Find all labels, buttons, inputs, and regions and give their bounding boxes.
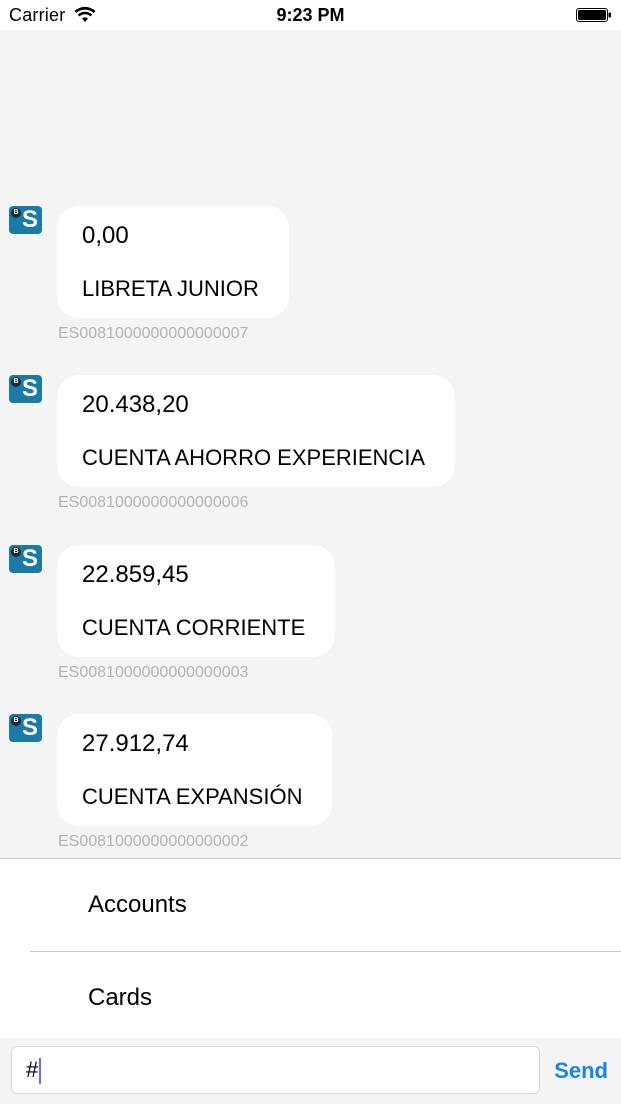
status-bar: Carrier 9:23 PM xyxy=(0,0,621,30)
message-item: B S CUENTA CORRIENTE 22.859,45 CUENTA CO… xyxy=(0,545,621,705)
bank-logo-icon: B S xyxy=(9,545,42,573)
quick-reply-label: Cards xyxy=(88,984,153,1011)
message-list[interactable]: B S LIBRETA JUNIOR 0,00 LIBRETA JUNIOR E… xyxy=(0,30,621,858)
account-name: CUENTA CORRIENTE xyxy=(82,615,306,640)
message-bubble[interactable]: CUENTA AHORRO EXPERIENCIA 20.438,20 CUEN… xyxy=(57,375,456,487)
quick-reply-cards[interactable]: Cards xyxy=(0,952,621,1044)
message-bubble[interactable]: CUENTA EXPANSIÓN 27.912,74 CUENTA EXPANS… xyxy=(57,714,333,826)
account-iban: ES0081000000000000002 xyxy=(58,833,249,850)
account-name: LIBRETA JUNIOR xyxy=(82,276,259,301)
account-name: CUENTA EXPANSIÓN xyxy=(82,784,303,809)
bank-logo-icon: B S xyxy=(9,714,42,742)
input-bar: Send xyxy=(0,1038,621,1104)
bank-logo-icon: B S xyxy=(9,375,42,403)
account-iban: ES0081000000000000007 xyxy=(58,325,249,342)
account-name: CUENTA AHORRO EXPERIENCIA xyxy=(82,445,426,470)
message-input[interactable] xyxy=(11,1046,540,1094)
quick-reply-accounts[interactable]: Accounts xyxy=(0,859,621,951)
account-balance: 22.859,45 xyxy=(82,561,189,588)
account-iban: ES0081000000000000003 xyxy=(58,664,249,681)
quick-replies: Accounts Cards xyxy=(0,858,621,1038)
text-caret xyxy=(39,1058,41,1084)
message-item: B S CUENTA AHORRO EXPERIENCIA 20.438,20 … xyxy=(0,375,621,535)
message-bubble[interactable]: LIBRETA JUNIOR 0,00 LIBRETA JUNIOR xyxy=(57,206,289,318)
status-time: 9:23 PM xyxy=(276,5,345,25)
account-balance: 27.912,74 xyxy=(82,730,189,757)
message-bubble[interactable]: CUENTA CORRIENTE 22.859,45 CUENTA CORRIE… xyxy=(57,545,336,657)
battery-icon xyxy=(576,8,611,22)
bank-logo-icon: B S xyxy=(9,206,42,234)
account-balance: 0,00 xyxy=(82,222,129,249)
message-item: B S CUENTA EXPANSIÓN 27.912,74 CUENTA EX… xyxy=(0,714,621,874)
account-balance: 20.438,20 xyxy=(82,391,189,418)
send-button[interactable]: Send xyxy=(554,1058,608,1084)
quick-reply-label: Accounts xyxy=(88,891,187,918)
message-item: B S LIBRETA JUNIOR 0,00 LIBRETA JUNIOR E… xyxy=(0,206,621,366)
account-iban: ES0081000000000000006 xyxy=(58,494,249,511)
